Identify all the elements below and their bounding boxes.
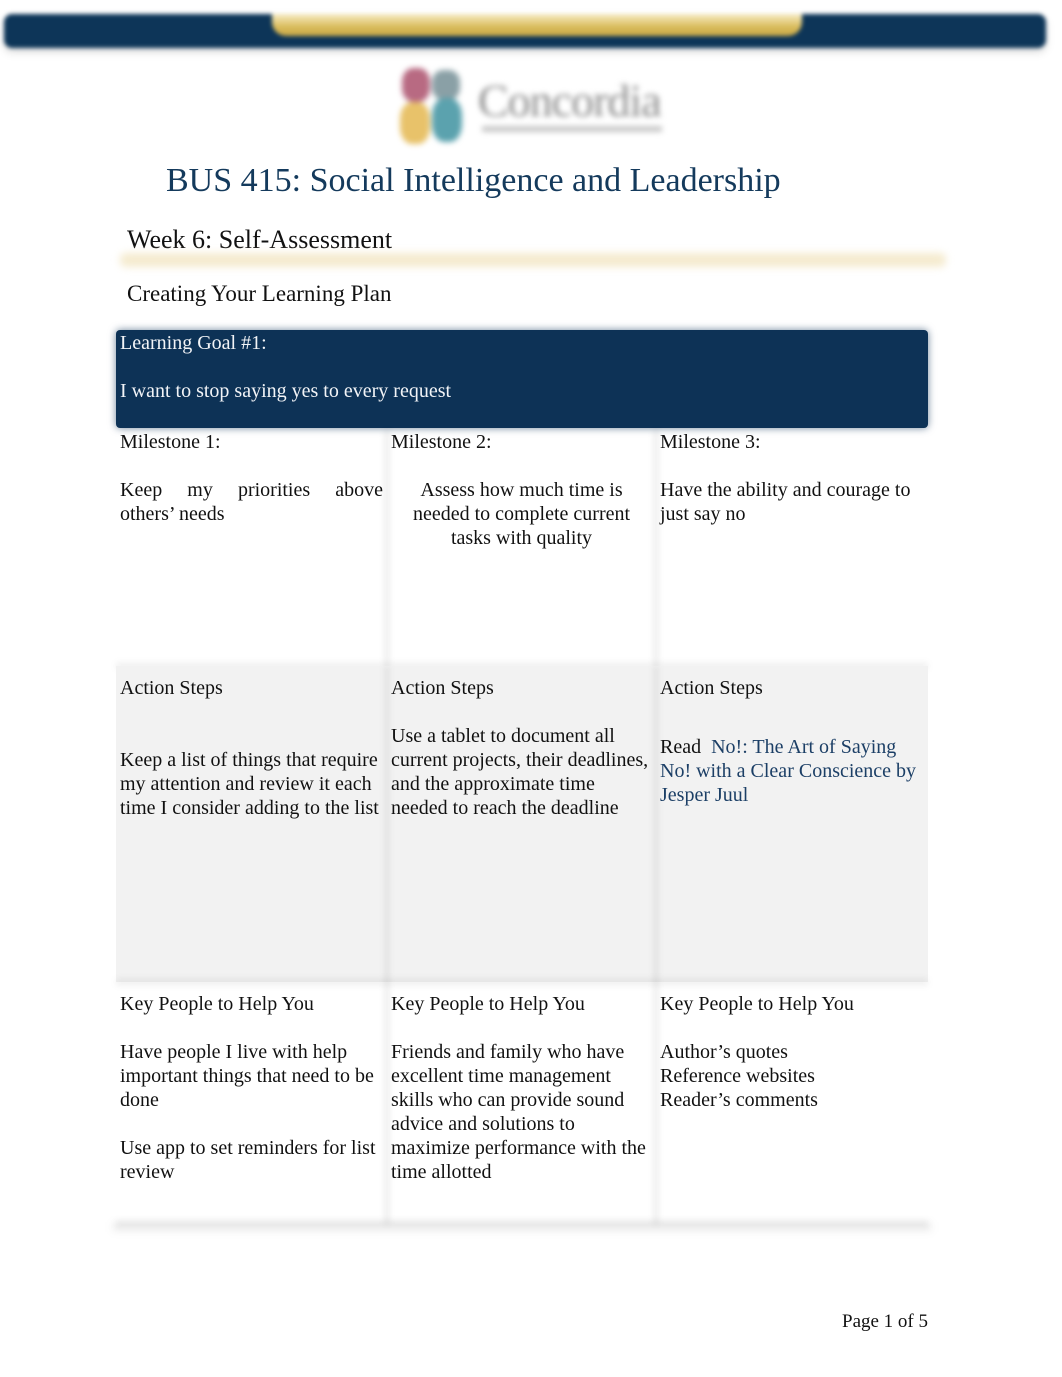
header-band: [4, 14, 1046, 48]
key-people-text: Have people I live with help important t…: [120, 1040, 383, 1184]
milestone-text: Have the ability and courage to just say…: [660, 479, 911, 525]
milestone-text: Keep my priorities above others’ needs: [120, 479, 383, 525]
milestone-label: Milestone 3:: [660, 431, 761, 453]
page-number: Page 1 of 5: [842, 1311, 929, 1332]
action-cell: Action Steps Use a tablet to document al…: [387, 666, 656, 982]
action-cell: Action Steps Read No!: The Art of Saying…: [656, 666, 928, 982]
logo-wordmark: Concordia: [478, 75, 662, 126]
learning-goal-banner: Learning Goal #1: I want to stop saying …: [116, 330, 928, 428]
milestone-text: Assess how much time is needed to comple…: [412, 479, 631, 549]
resource-item: Reader’s comments: [660, 1089, 818, 1111]
key-people-label: Key People to Help You: [120, 993, 314, 1015]
action-label: Action Steps: [660, 677, 763, 699]
action-label: Action Steps: [120, 677, 223, 699]
key-people-row: Key People to Help You Have people I liv…: [116, 982, 928, 1224]
action-steps-row: Action Steps Keep a list of things that …: [116, 666, 928, 982]
key-people-cell: Key People to Help You Friends and famil…: [387, 982, 656, 1224]
goal-text: I want to stop saying yes to every reque…: [120, 380, 452, 402]
milestone-cell: Milestone 1: Keep my priorities above ot…: [116, 430, 387, 666]
action-text: Use a tablet to document all current pro…: [391, 725, 649, 819]
action-text: Read No!: The Art of Saying No! with a C…: [660, 735, 924, 807]
key-people-paragraph: Have people I live with help important t…: [120, 1041, 374, 1111]
logo-tagline: [482, 126, 662, 132]
milestone-label: Milestone 2:: [391, 431, 492, 453]
gold-divider: [120, 253, 946, 267]
course-title: BUS 415: Social Intelligence and Leaders…: [166, 162, 781, 199]
key-people-paragraph: Friends and family who have excellent ti…: [391, 1041, 646, 1183]
action-label: Action Steps: [391, 677, 494, 699]
read-prefix: Read: [660, 736, 702, 758]
section-title: Creating Your Learning Plan: [127, 281, 392, 306]
learning-plan-table: Milestone 1: Keep my priorities above ot…: [116, 430, 928, 1224]
key-people-paragraph: Use app to set reminders for list review: [120, 1137, 376, 1183]
milestone-label: Milestone 1:: [120, 431, 221, 453]
logo-mark-icon: [398, 64, 464, 146]
key-people-cell: Key People to Help You Have people I liv…: [116, 982, 387, 1224]
milestone-cell: Milestone 3: Have the ability and courag…: [656, 430, 928, 666]
week-title: Week 6: Self-Assessment: [127, 225, 393, 254]
key-people-label: Key People to Help You: [391, 993, 585, 1015]
resource-item: Reference websites: [660, 1065, 815, 1087]
key-people-text: Friends and family who have excellent ti…: [391, 1040, 652, 1184]
concordia-logo: Concordia: [394, 60, 674, 150]
milestones-row: Milestone 1: Keep my priorities above ot…: [116, 430, 928, 666]
milestone-cell: Milestone 2: Assess how much time is nee…: [387, 430, 656, 666]
resource-item: Author’s quotes: [660, 1041, 788, 1063]
header-gold-accent: [272, 14, 802, 36]
key-people-label: Key People to Help You: [660, 993, 854, 1015]
action-cell: Action Steps Keep a list of things that …: [116, 666, 387, 982]
table-bottom-shadow: [112, 1222, 932, 1232]
key-people-text: Author’s quotes Reference websites Reade…: [660, 1040, 924, 1112]
key-people-cell: Key People to Help You Author’s quotes R…: [656, 982, 928, 1224]
action-text: Keep a list of things that require my at…: [120, 749, 379, 819]
goal-label: Learning Goal #1:: [120, 332, 267, 354]
